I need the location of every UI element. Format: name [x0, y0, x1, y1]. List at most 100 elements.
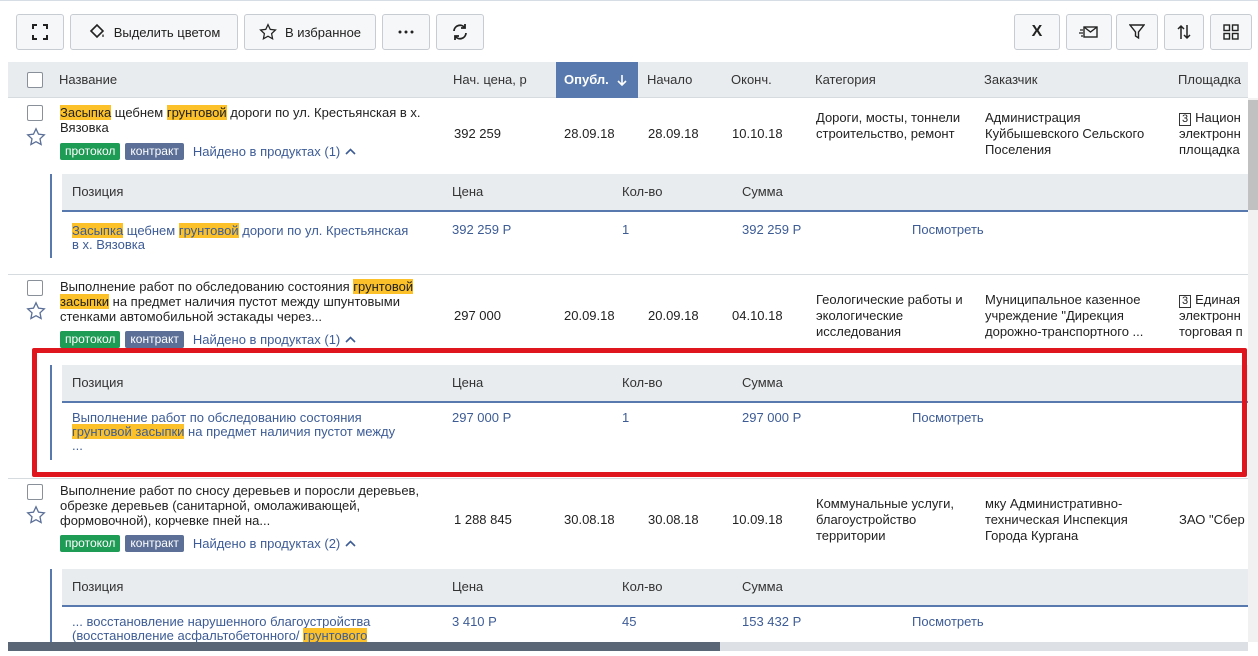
toolbar: Выделить цветом В избранное X	[0, 0, 1258, 62]
more-button[interactable]	[382, 14, 430, 50]
category-cell: Дороги, мосты, тоннели строительство, ре…	[816, 110, 961, 141]
sub-sum-cell: 392 259 Р	[742, 222, 802, 237]
published-cell: 28.09.18	[564, 126, 615, 141]
column-header-platform[interactable]: Площадка	[1178, 62, 1241, 98]
row-divider	[8, 478, 1248, 479]
tender-name[interactable]: Выполнение работ по сносу деревьев и пор…	[60, 483, 424, 528]
sub-price-cell: 392 259 Р	[452, 222, 512, 237]
vertical-scrollbar-thumb[interactable]	[1248, 100, 1258, 210]
contract-tag: контракт	[125, 143, 184, 160]
found-in-products-toggle[interactable]: Найдено в продуктах (1)	[193, 332, 356, 347]
tags: протокол контракт Найдено в продуктах (2…	[60, 535, 356, 552]
products-subtable: Позиция Цена Кол-во Сумма Засыпка щебнем…	[50, 174, 1248, 258]
protocol-tag: протокол	[60, 143, 121, 160]
protocol-tag: протокол	[60, 331, 121, 348]
column-header-start[interactable]: Начало	[647, 62, 692, 98]
filter-button[interactable]	[1116, 14, 1158, 50]
platform-cell: 3 Национ электронн площадка	[1179, 110, 1241, 157]
subheader-qty: Кол-во	[622, 579, 663, 594]
found-in-products-toggle[interactable]: Найдено в продуктах (1)	[193, 144, 356, 159]
subheader-sum: Сумма	[742, 579, 783, 594]
view-link[interactable]: Посмотреть	[912, 223, 984, 237]
price-cell: 297 000	[454, 308, 501, 323]
fullscreen-button[interactable]	[16, 14, 64, 50]
highlight-color-label: Выделить цветом	[113, 24, 221, 40]
tender-name[interactable]: Засыпка щебнем грунтовой дороги по ул. К…	[60, 105, 440, 135]
subheader-qty: Кол-во	[622, 375, 663, 390]
export-excel-button[interactable]: X	[1014, 14, 1060, 50]
favorite-star-icon[interactable]	[26, 505, 46, 525]
tags: протокол контракт Найдено в продуктах (1…	[60, 143, 356, 160]
category-cell: Коммунальные услуги, благоустройство тер…	[816, 496, 955, 543]
protocol-tag: протокол	[60, 535, 121, 552]
chevron-up-icon	[345, 540, 356, 547]
chevron-up-icon	[345, 336, 356, 343]
add-to-favorites-button[interactable]: В избранное	[244, 14, 376, 50]
end-cell: 10.10.18	[732, 126, 783, 141]
column-header-published-label: Опубл.	[564, 72, 609, 87]
start-cell: 20.09.18	[648, 308, 699, 323]
contract-tag: контракт	[125, 331, 184, 348]
tender-name[interactable]: Выполнение работ по обследованию состоян…	[60, 279, 444, 324]
position-cell[interactable]: ... восстановление нарушенного благоустр…	[72, 615, 412, 642]
chevron-up-icon	[345, 148, 356, 155]
published-cell: 30.08.18	[564, 512, 615, 527]
start-cell: 28.09.18	[648, 126, 699, 141]
row-checkbox[interactable]	[27, 484, 43, 500]
column-header-price[interactable]: Нач. цена, р	[453, 62, 527, 98]
view-link[interactable]: Посмотреть	[912, 411, 984, 425]
sub-sum-cell: 297 000 Р	[742, 410, 802, 425]
favorite-star-icon[interactable]	[26, 127, 46, 147]
filter-icon	[1129, 24, 1145, 40]
row-divider	[8, 274, 1248, 275]
horizontal-scrollbar-thumb[interactable]	[8, 642, 720, 651]
subheader-position: Позиция	[72, 184, 124, 199]
row-checkbox[interactable]	[27, 280, 43, 296]
start-cell: 30.08.18	[648, 512, 699, 527]
position-cell[interactable]: Выполнение работ по обследованию состоян…	[72, 411, 402, 453]
products-subtable: Позиция Цена Кол-во Сумма ... восстановл…	[50, 569, 1248, 642]
mail-icon	[1079, 26, 1098, 38]
sub-sum-cell: 153 432 Р	[742, 614, 802, 629]
column-header-published[interactable]: Опубл.	[556, 62, 638, 98]
excel-icon: X	[1031, 23, 1043, 40]
subheader-position: Позиция	[72, 579, 124, 594]
platform-badge: 3	[1179, 295, 1192, 308]
platform-cell: ЗАО "Сбер	[1179, 512, 1245, 527]
sub-qty-cell: 45	[622, 614, 637, 629]
column-header-end[interactable]: Оконч.	[731, 62, 772, 98]
subtable-header: Позиция Цена Кол-во Сумма	[62, 365, 1248, 403]
refresh-icon	[453, 24, 467, 40]
sort-down-arrow-icon	[617, 74, 627, 86]
highlight-color-button[interactable]: Выделить цветом	[70, 14, 238, 50]
paint-bucket-icon	[89, 23, 104, 39]
view-link[interactable]: Посмотреть	[912, 615, 984, 629]
send-email-button[interactable]	[1066, 14, 1112, 50]
subheader-sum: Сумма	[742, 184, 783, 199]
subtable-header: Позиция Цена Кол-во Сумма	[62, 569, 1248, 607]
sub-qty-cell: 1	[622, 222, 630, 237]
subheader-position: Позиция	[72, 375, 124, 390]
layout-grid-button[interactable]	[1210, 14, 1252, 50]
column-header-customer[interactable]: Заказчик	[984, 62, 1037, 98]
sort-button[interactable]	[1164, 14, 1204, 50]
refresh-button[interactable]	[436, 14, 484, 50]
customer-cell: Администрация Куйбышевского Сельского По…	[985, 110, 1145, 157]
end-cell: 04.10.18	[732, 308, 783, 323]
subheader-price: Цена	[452, 579, 484, 594]
row-checkbox[interactable]	[27, 105, 43, 121]
grid-icon	[1223, 24, 1239, 40]
contract-tag: контракт	[125, 535, 184, 552]
star-icon	[259, 23, 277, 40]
found-in-products-toggle[interactable]: Найдено в продуктах (2)	[193, 536, 356, 551]
customer-cell: мку Административно-техническая Инспекци…	[985, 496, 1128, 543]
position-cell[interactable]: Засыпка щебнем грунтовой дороги по ул. К…	[72, 223, 412, 252]
favorite-star-icon[interactable]	[26, 301, 46, 321]
select-all-checkbox[interactable]	[27, 72, 43, 88]
column-header-category[interactable]: Категория	[815, 62, 876, 98]
tags: протокол контракт Найдено в продуктах (1…	[60, 331, 356, 348]
column-header-name[interactable]: Название	[59, 62, 117, 98]
more-dots-icon	[398, 30, 414, 34]
platform-badge: 3	[1179, 113, 1192, 126]
subheader-price: Цена	[452, 184, 484, 199]
